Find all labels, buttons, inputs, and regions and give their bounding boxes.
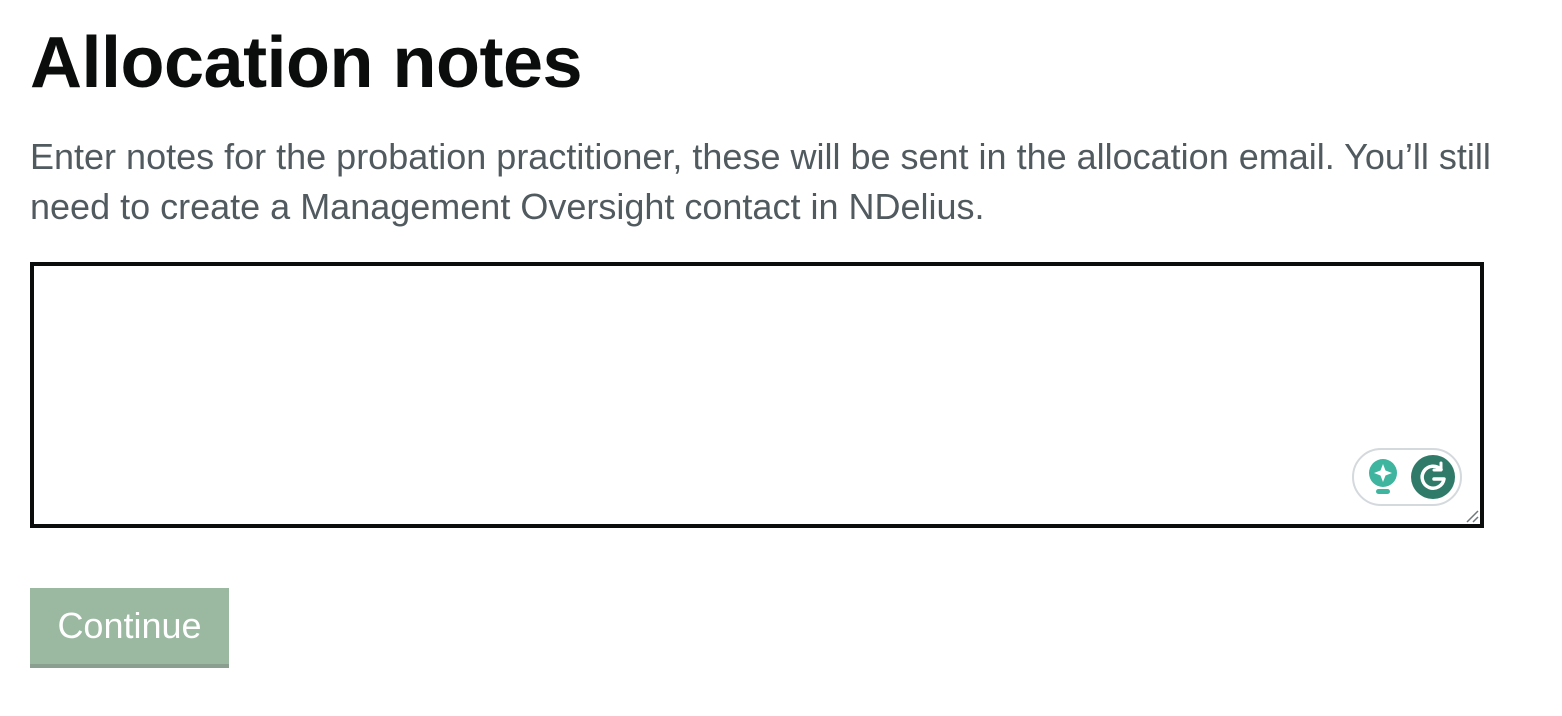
page: Allocation notes Enter notes for the pro…: [0, 0, 1562, 716]
lightbulb-icon[interactable]: [1366, 457, 1400, 497]
notes-field-wrapper: [30, 262, 1484, 528]
grammarly-g-icon[interactable]: [1410, 454, 1456, 500]
hint-text: Enter notes for the probation practition…: [30, 136, 1491, 227]
allocation-notes-textarea[interactable]: [30, 262, 1484, 528]
resize-handle-icon[interactable]: [1464, 508, 1480, 524]
continue-button[interactable]: Continue: [30, 588, 229, 668]
page-title: Allocation notes: [30, 23, 583, 103]
grammarly-widget[interactable]: [1352, 448, 1462, 506]
